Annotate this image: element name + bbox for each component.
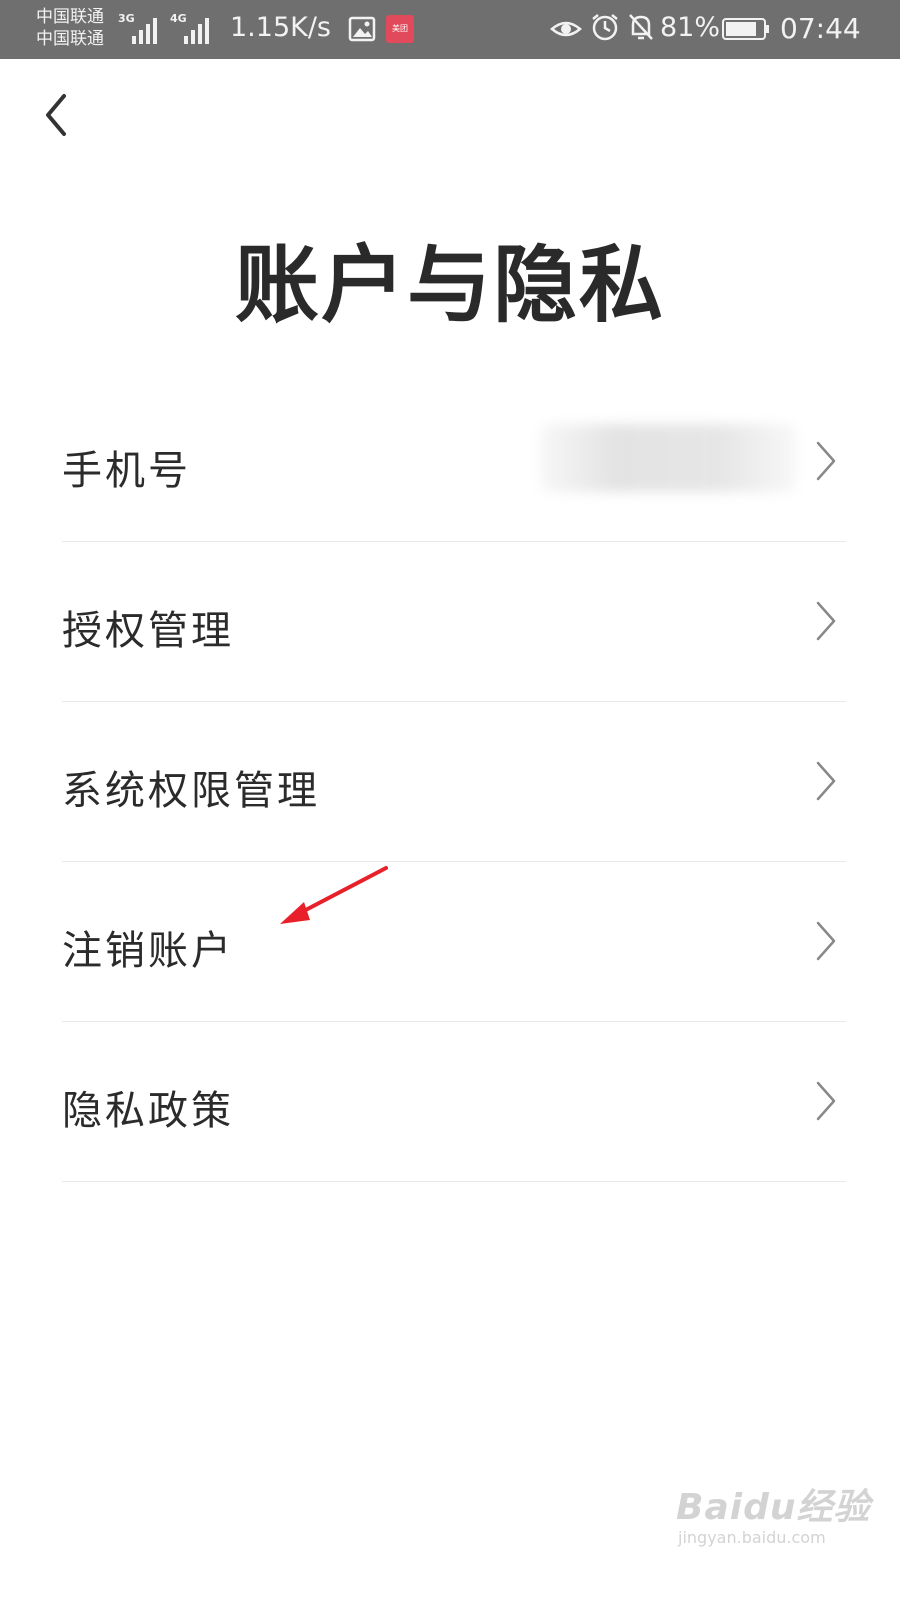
clock: 07:44 <box>780 12 861 45</box>
chevron-right-icon <box>816 761 836 801</box>
watermark-url: jingyan.baidu.com <box>678 1528 826 1547</box>
annotation-arrow-icon <box>280 866 388 924</box>
chevron-right-icon <box>816 921 836 961</box>
image-icon <box>348 16 376 42</box>
network-speed: 1.15K/s <box>230 12 331 43</box>
phone-number-value-redacted <box>540 424 796 492</box>
list-item-phone-number[interactable]: 手机号 <box>62 382 846 542</box>
carrier-2: 中国联通 <box>36 29 104 49</box>
eye-comfort-icon <box>550 21 582 37</box>
baidu-watermark: Baidu经验 jingyan.baidu.com <box>676 1470 876 1560</box>
battery-percent: 81% <box>660 12 721 43</box>
carrier-info: 中国联通 中国联通 <box>36 6 104 50</box>
list-item-label: 授权管理 <box>62 608 234 654</box>
status-bar: 中国联通 中国联通 3G 4G 1.15K/s 美团 81% 07:44 <box>0 0 900 59</box>
list-item-label: 手机号 <box>62 448 191 494</box>
list-item-label: 隐私政策 <box>62 1088 234 1134</box>
carrier-1: 中国联通 <box>36 7 104 27</box>
list-item-privacy-policy[interactable]: 隐私政策 <box>62 1022 846 1182</box>
list-item-label: 系统权限管理 <box>62 768 320 814</box>
list-item-label: 注销账户 <box>62 928 234 974</box>
list-item-cancel-account[interactable]: 注销账户 <box>62 862 846 1022</box>
settings-list: 手机号 授权管理 系统权限管理 注销账户 隐私政策 <box>62 382 846 1182</box>
mute-notifications-icon <box>629 14 653 40</box>
chevron-right-icon <box>816 1081 836 1121</box>
page-title: 账户与隐私 <box>234 236 665 334</box>
chevron-right-icon <box>816 601 836 641</box>
battery-icon <box>722 18 769 40</box>
list-item-authorization-management[interactable]: 授权管理 <box>62 542 846 702</box>
chevron-right-icon <box>816 441 836 481</box>
watermark-brand: Baidu经验 <box>676 1487 871 1528</box>
back-arrow-icon[interactable] <box>36 88 80 142</box>
list-item-system-permissions[interactable]: 系统权限管理 <box>62 702 846 862</box>
alarm-icon <box>592 14 618 41</box>
app-notification-icon: 美团 <box>386 15 414 43</box>
